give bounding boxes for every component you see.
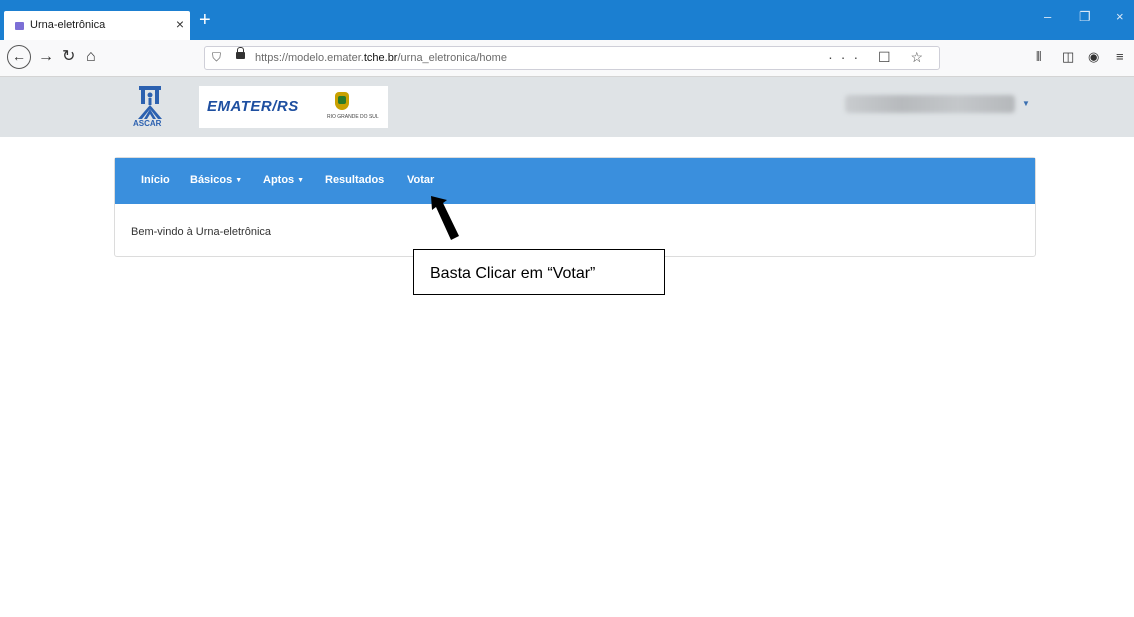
minimize-button[interactable]: – bbox=[1044, 10, 1051, 24]
menu-item-votar[interactable]: Votar bbox=[407, 174, 434, 186]
browser-tab[interactable]: Urna-eletrônica × bbox=[4, 11, 190, 41]
ascar-logo-text: ASCAR bbox=[133, 119, 162, 128]
welcome-text: Bem-vindo à Urna-eletrônica bbox=[131, 226, 272, 238]
library-icon[interactable]: ⫴ bbox=[1036, 49, 1041, 65]
hamburger-menu-icon[interactable]: ≡ bbox=[1116, 49, 1124, 64]
menu-item-resultados[interactable]: Resultados bbox=[325, 174, 384, 186]
page-actions-icons[interactable]: ··· ☐ ☆ bbox=[828, 49, 931, 66]
tab-favicon-icon bbox=[15, 22, 24, 30]
annotation-arrow-icon bbox=[431, 196, 459, 240]
main-card: Início Básicos ▼ Aptos ▼ Resultados Votar … bbox=[114, 157, 1036, 257]
callout-text: Basta Clicar em “Votar” bbox=[430, 265, 596, 282]
menu-item-basicos[interactable]: Básicos ▼ bbox=[190, 174, 242, 186]
forward-arrow-icon[interactable]: → bbox=[38, 47, 54, 67]
url-text[interactable]: https://modelo.emater.tche.br/urna_eletr… bbox=[255, 52, 507, 64]
menu-item-aptos[interactable]: Aptos ▼ bbox=[263, 174, 304, 186]
sidebar-icon[interactable]: ◫ bbox=[1062, 49, 1074, 65]
main-menu-bar: Início Básicos ▼ Aptos ▼ Resultados Votar bbox=[115, 158, 1035, 204]
lock-icon[interactable] bbox=[236, 47, 245, 59]
account-icon[interactable]: ◉ bbox=[1088, 49, 1099, 65]
browser-tab-bar: Urna-eletrônica × + – ❐ × bbox=[0, 0, 1134, 41]
menu-item-inicio[interactable]: Início bbox=[141, 174, 170, 186]
chevron-down-icon: ▼ bbox=[235, 177, 243, 184]
user-dropdown-caret-icon[interactable]: ▼ bbox=[1022, 99, 1030, 108]
browser-nav-bar: ← → ↻ ⌂ ⛉ https://modelo.emater.tche.br/… bbox=[0, 40, 1134, 77]
chevron-down-icon: ▼ bbox=[297, 177, 305, 184]
url-bar[interactable]: ⛉ https://modelo.emater.tche.br/urna_ele… bbox=[204, 46, 940, 70]
close-window-button[interactable]: × bbox=[1116, 10, 1124, 24]
tab-title: Urna-eletrônica bbox=[30, 19, 106, 31]
tracking-shield-icon[interactable]: ⛉ bbox=[212, 50, 221, 65]
user-name-redacted[interactable] bbox=[845, 95, 1015, 113]
reload-icon[interactable]: ↻ bbox=[62, 47, 75, 67]
emater-logo-text: EMATER/RS bbox=[207, 98, 299, 115]
back-arrow-icon[interactable]: ← bbox=[7, 45, 31, 69]
new-tab-button[interactable]: + bbox=[199, 10, 211, 30]
emater-small-text: RIO GRANDE DO SUL bbox=[327, 114, 379, 120]
emater-logo[interactable]: EMATER/RS RIO GRANDE DO SUL bbox=[199, 86, 388, 128]
home-icon[interactable]: ⌂ bbox=[86, 47, 96, 67]
tab-close-button[interactable]: × bbox=[176, 16, 184, 32]
state-crest-icon bbox=[335, 92, 349, 110]
restore-button[interactable]: ❐ bbox=[1079, 10, 1091, 24]
site-header: ASCAR EMATER/RS RIO GRANDE DO SUL ▼ bbox=[0, 77, 1134, 137]
annotation-callout: Basta Clicar em “Votar” bbox=[413, 249, 665, 295]
